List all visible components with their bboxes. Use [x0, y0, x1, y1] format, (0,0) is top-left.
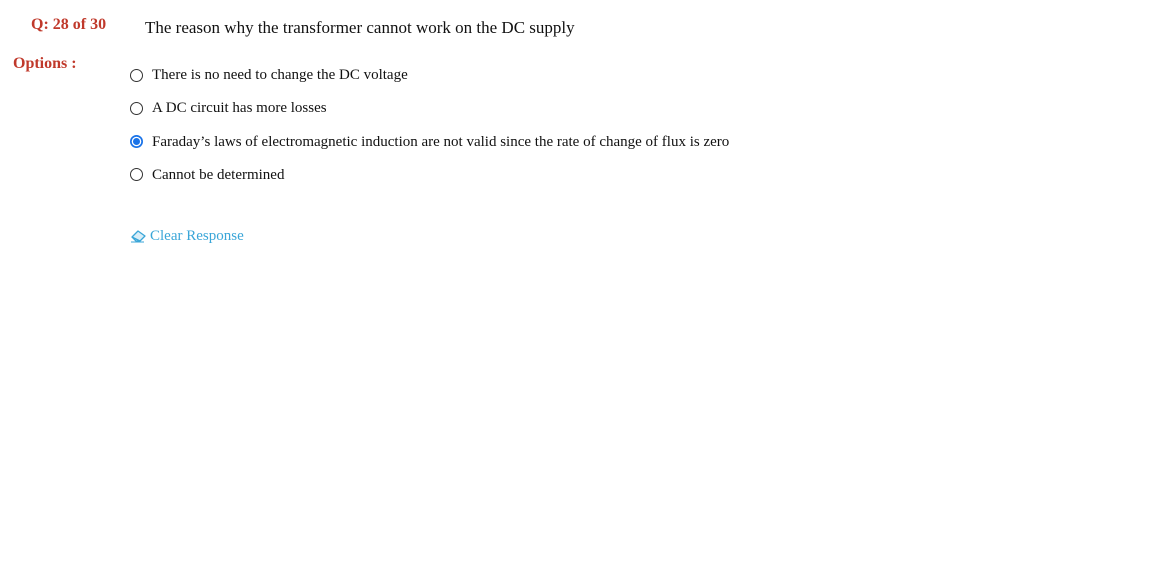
- clear-response-label: Clear Response: [150, 228, 244, 244]
- radio-button[interactable]: [130, 101, 143, 115]
- quiz-page: Q: 28 of 30 The reason why the transform…: [0, 0, 1156, 584]
- option-2[interactable]: A DC circuit has more losses: [130, 97, 1030, 119]
- option-label: There is no need to change the DC voltag…: [152, 67, 408, 83]
- radio-button[interactable]: [130, 168, 143, 182]
- option-1[interactable]: There is no need to change the DC voltag…: [130, 64, 1030, 86]
- question-text: The reason why the transformer cannot wo…: [145, 18, 575, 37]
- option-label: Cannot be determined: [152, 166, 285, 183]
- question-counter: Q: 28 of 30: [31, 16, 107, 33]
- option-4[interactable]: Cannot be determined: [130, 164, 1030, 186]
- option-3[interactable]: Faraday’s laws of electromagnetic induct…: [130, 131, 1030, 153]
- radio-button[interactable]: [130, 135, 143, 149]
- radio-button[interactable]: [130, 68, 143, 82]
- options-label: Options :: [13, 55, 77, 72]
- eraser-icon: [130, 229, 147, 243]
- option-label: A DC circuit has more losses: [152, 100, 327, 117]
- option-label: Faraday’s laws of electromagnetic induct…: [152, 133, 730, 150]
- options-list: There is no need to change the DC voltag…: [130, 64, 1030, 197]
- clear-response-button[interactable]: Clear Response: [130, 226, 244, 246]
